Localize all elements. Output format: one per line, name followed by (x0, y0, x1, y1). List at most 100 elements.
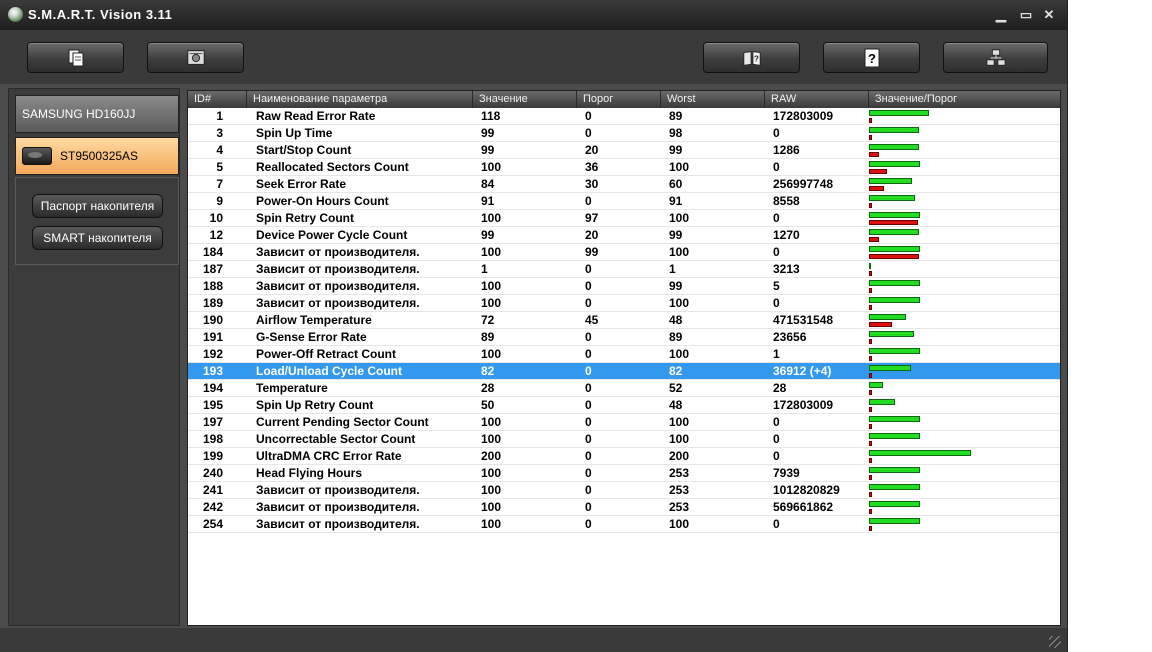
cell-id: 198 (202, 432, 223, 446)
table-row[interactable]: 189 Зависит от производителя. 100 0 100 0 (188, 295, 1060, 312)
table-row[interactable]: 190 Airflow Temperature 72 45 48 471531548 (188, 312, 1060, 329)
cell-value: 1 (481, 262, 488, 276)
cell-name: Seek Error Rate (256, 177, 347, 191)
cell-worst: 100 (669, 160, 690, 174)
help-button[interactable]: ? (823, 42, 920, 73)
drive-item-samsung[interactable]: SAMSUNG HD160JJ (15, 95, 179, 133)
value-bar (869, 501, 920, 507)
reference-book-button[interactable]: ? (703, 42, 800, 73)
drive-label: ST9500325AS (60, 149, 139, 163)
table-row[interactable]: 242 Зависит от производителя. 100 0 253 56966… (188, 499, 1060, 516)
maximize-button[interactable]: ▭ (1017, 7, 1035, 23)
close-button[interactable]: ✕ (1040, 7, 1058, 23)
table-row[interactable]: 197 Current Pending Sector Count 100 0 100 0 (188, 414, 1060, 431)
table-row[interactable]: 192 Power-Off Retract Count 100 0 100 1 (188, 346, 1060, 363)
column-header-worst[interactable]: Worst (660, 91, 764, 108)
cell-value: 100 (481, 279, 502, 293)
table-row[interactable]: 193 Load/Unload Cycle Count 82 0 82 36912 (+4… (188, 363, 1060, 380)
threshold-bar (869, 203, 872, 208)
table-row[interactable]: 188 Зависит от производителя. 100 0 99 5 (188, 278, 1060, 295)
svg-text:?: ? (753, 54, 758, 63)
value-threshold-bar (869, 228, 1059, 243)
column-header-name[interactable]: Наименование параметра (246, 91, 472, 108)
network-button[interactable] (943, 42, 1048, 73)
table-row[interactable]: 9 Power-On Hours Count 91 0 91 8558 (188, 193, 1060, 210)
cell-threshold: 0 (585, 364, 592, 378)
value-threshold-bar (869, 126, 1059, 141)
book-help-icon: ? (742, 48, 762, 68)
cell-id: 7 (216, 177, 223, 191)
cell-value: 100 (481, 347, 502, 361)
table-row[interactable]: 199 UltraDMA CRC Error Rate 200 0 200 0 (188, 448, 1060, 465)
column-header-threshold[interactable]: Порог (576, 91, 660, 108)
threshold-bar (869, 237, 880, 242)
column-header-raw[interactable]: RAW (764, 91, 868, 108)
table-row[interactable]: 5 Reallocated Sectors Count 100 36 100 0 (188, 159, 1060, 176)
table-row[interactable]: 254 Зависит от производителя. 100 0 100 0 (188, 516, 1060, 533)
cell-name: Current Pending Sector Count (256, 415, 429, 429)
table-row[interactable]: 4 Start/Stop Count 99 20 99 1286 (188, 142, 1060, 159)
threshold-bar (869, 152, 880, 157)
cell-name: Head Flying Hours (256, 466, 363, 480)
cell-worst: 48 (669, 313, 683, 327)
threshold-bar (869, 169, 888, 174)
table-row[interactable]: 240 Head Flying Hours 100 0 253 7939 (188, 465, 1060, 482)
value-threshold-bar (869, 313, 1059, 328)
cell-name: Зависит от производителя. (256, 279, 420, 293)
table-row[interactable]: 187 Зависит от производителя. 1 0 1 3213 (188, 261, 1060, 278)
cell-threshold: 45 (585, 313, 599, 327)
cell-raw: 172803009 (773, 109, 834, 123)
value-threshold-bar (869, 330, 1059, 345)
value-threshold-bar (869, 109, 1059, 124)
hard-drive-icon (22, 147, 52, 165)
table-row[interactable]: 198 Uncorrectable Sector Count 100 0 100 0 (188, 431, 1060, 448)
value-bar (869, 467, 920, 473)
cell-name: Temperature (256, 381, 328, 395)
column-header-ratio[interactable]: Значение/Порог (868, 91, 1060, 108)
drive-passport-button[interactable]: Паспорт накопителя (32, 194, 163, 218)
table-row[interactable]: 10 Spin Retry Count 100 97 100 0 (188, 210, 1060, 227)
title-bar[interactable]: S.M.A.R.T. Vision 3.11 ▁ ▭ ✕ (0, 0, 1067, 30)
value-threshold-bar (869, 177, 1059, 192)
value-threshold-bar (869, 432, 1059, 447)
drive-item-seagate[interactable]: ST9500325AS (15, 137, 179, 175)
cell-id: 12 (209, 228, 223, 242)
value-threshold-bar (869, 398, 1059, 413)
cell-id: 242 (202, 500, 223, 514)
table-row[interactable]: 241 Зависит от производителя. 100 0 253 10128… (188, 482, 1060, 499)
cell-worst: 82 (669, 364, 683, 378)
resize-grip-icon[interactable] (1049, 636, 1061, 648)
table-row[interactable]: 194 Temperature 28 0 52 28 (188, 380, 1060, 397)
smart-attributes-table[interactable]: ID# Наименование параметра Значение Поро… (187, 90, 1061, 626)
value-bar (869, 433, 920, 439)
cell-worst: 100 (669, 245, 690, 259)
cell-value: 200 (481, 449, 502, 463)
cell-id: 191 (202, 330, 223, 344)
table-row[interactable]: 3 Spin Up Time 99 0 98 0 (188, 125, 1060, 142)
cell-threshold: 20 (585, 143, 599, 157)
copy-report-button[interactable] (27, 42, 124, 73)
drive-actions-group: Паспорт накопителя SMART накопителя (15, 177, 179, 265)
cell-value: 50 (481, 398, 495, 412)
cell-name: Зависит от производителя. (256, 500, 420, 514)
table-row[interactable]: 12 Device Power Cycle Count 99 20 99 1270 (188, 227, 1060, 244)
threshold-bar (869, 254, 920, 259)
cell-raw: 7939 (773, 466, 800, 480)
cell-name: Power-On Hours Count (256, 194, 389, 208)
smart-info-button[interactable]: SMART накопителя (32, 226, 163, 250)
minimize-button[interactable]: ▁ (992, 7, 1010, 23)
threshold-bar (869, 441, 872, 446)
threshold-bar (869, 424, 872, 429)
table-row[interactable]: 1 Raw Read Error Rate 118 0 89 172803009 (188, 108, 1060, 125)
column-header-id[interactable]: ID# (188, 91, 246, 108)
table-row[interactable]: 7 Seek Error Rate 84 30 60 256997748 (188, 176, 1060, 193)
table-row[interactable]: 184 Зависит от производителя. 100 99 100 0 (188, 244, 1060, 261)
column-header-value[interactable]: Значение (472, 91, 576, 108)
table-row[interactable]: 191 G-Sense Error Rate 89 0 89 23656 (188, 329, 1060, 346)
toolbar: ? ? (0, 30, 1067, 84)
status-bar (0, 628, 1067, 652)
cell-raw: 28 (773, 381, 787, 395)
settings-button[interactable] (147, 42, 244, 73)
cell-id: 254 (202, 517, 223, 531)
table-row[interactable]: 195 Spin Up Retry Count 50 0 48 172803009 (188, 397, 1060, 414)
